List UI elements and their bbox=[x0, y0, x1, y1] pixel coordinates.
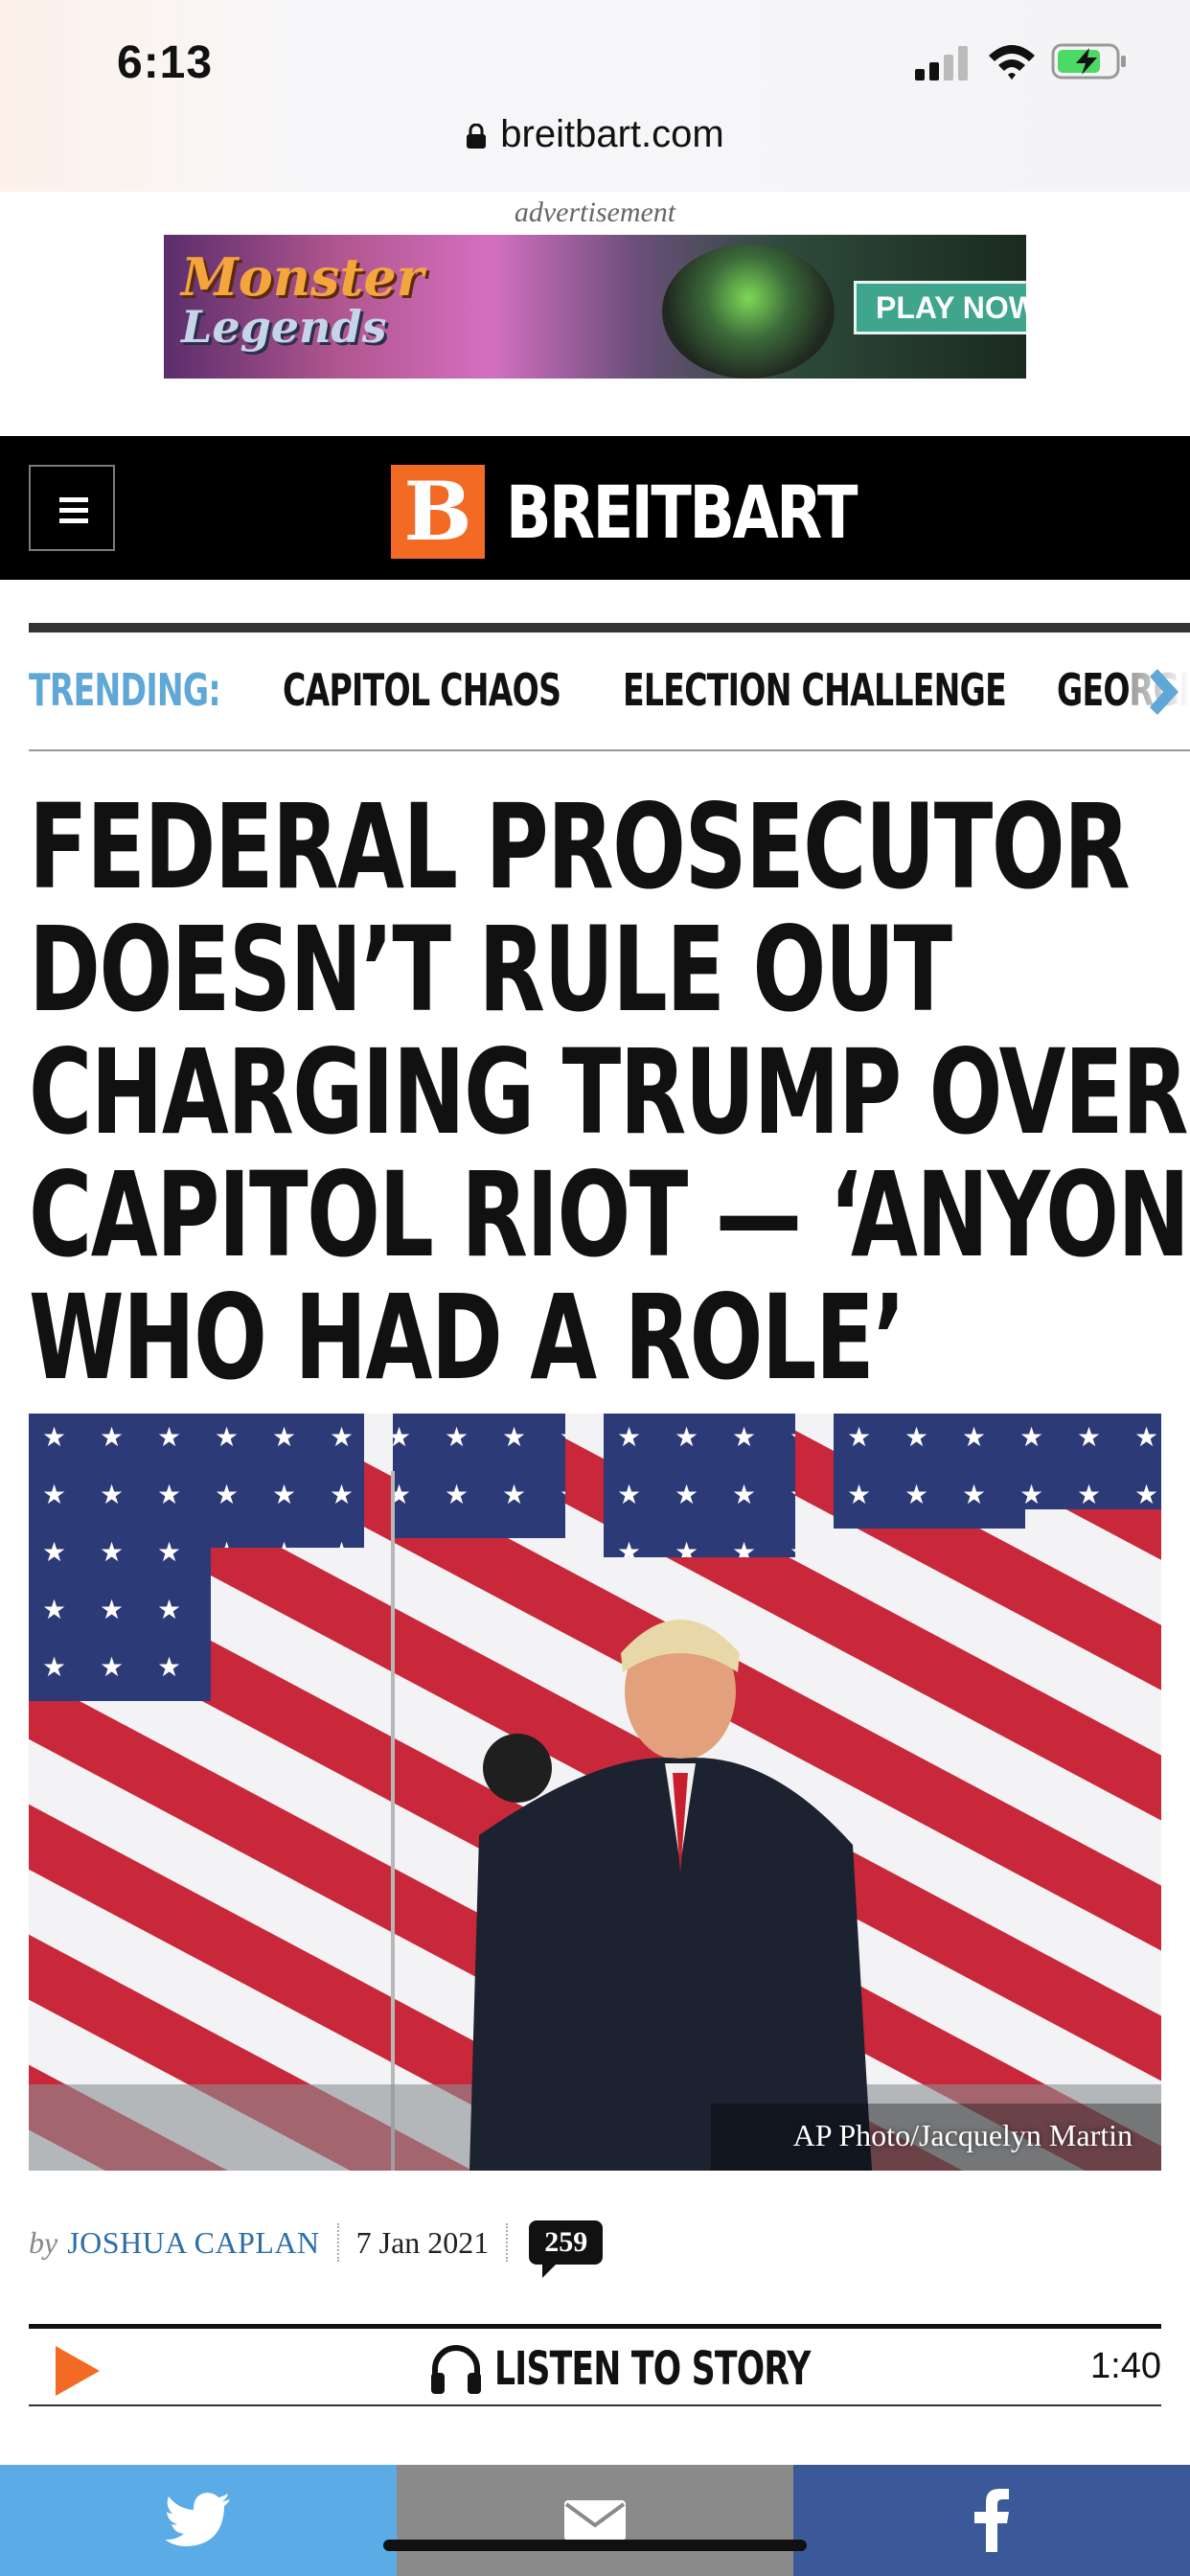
audio-duration: 1:40 bbox=[1090, 2346, 1161, 2386]
status-bar: 6:13 breitbart.com bbox=[0, 0, 1190, 192]
site-header: B BREITBART bbox=[0, 436, 1190, 580]
hamburger-icon-bar bbox=[59, 518, 88, 523]
divider bbox=[29, 623, 1190, 632]
ad-game-logo: Monster Legends bbox=[181, 246, 424, 353]
url-text: breitbart.com bbox=[500, 113, 724, 155]
share-bar bbox=[0, 2465, 1190, 2576]
headline-line: CAPITOL RIOT — ‘ANYONE bbox=[29, 1147, 1190, 1283]
play-icon[interactable] bbox=[56, 2346, 100, 2396]
home-indicator[interactable] bbox=[383, 2540, 807, 2551]
logo-mark: B bbox=[391, 465, 485, 559]
trending-item-capitol-chaos[interactable]: CAPITOL CHAOS bbox=[283, 661, 561, 719]
share-twitter-button[interactable] bbox=[0, 2465, 397, 2576]
twitter-icon bbox=[165, 2493, 230, 2546]
listen-label: LISTEN TO STORY bbox=[494, 2342, 811, 2396]
chevron-right-icon bbox=[1150, 669, 1179, 715]
ad-logo-line2: Legends bbox=[181, 301, 387, 353]
headline-line: FEDERAL PROSECUTOR bbox=[29, 779, 1131, 915]
photo-credit: AP Photo/Jacquelyn Martin bbox=[792, 2118, 1133, 2152]
email-icon bbox=[564, 2500, 626, 2541]
ad-play-now-button[interactable]: PLAY NOW bbox=[854, 281, 1026, 334]
ad-banner[interactable]: Monster Legends PLAY NOW bbox=[164, 235, 1026, 379]
signal-icon bbox=[915, 46, 968, 80]
listen-to-story-button[interactable]: LISTEN TO STORY bbox=[429, 2340, 933, 2398]
trending-bar: TRENDING: CAPITOL CHAOS ELECTION CHALLEN… bbox=[29, 661, 1190, 749]
share-facebook-button[interactable] bbox=[793, 2465, 1190, 2576]
divider bbox=[29, 749, 1190, 751]
lock-icon bbox=[467, 124, 487, 149]
trending-scroll-button[interactable] bbox=[1133, 661, 1190, 723]
audio-player: LISTEN TO STORY 1:40 bbox=[29, 2324, 1161, 2406]
article-headline: FEDERAL PROSECUTOR DOESN’T RULE OUT CHAR… bbox=[29, 779, 1190, 1406]
trending-item-election-challenge[interactable]: ELECTION CHALLENGE bbox=[623, 661, 1007, 719]
flags-and-speaker-image: ★ bbox=[29, 1414, 1161, 2171]
byline-separator bbox=[506, 2223, 509, 2262]
advertisement-label: advertisement bbox=[514, 196, 676, 228]
byline-prefix: by bbox=[29, 2224, 58, 2260]
trending-label: TRENDING: bbox=[29, 664, 221, 716]
headphones-icon bbox=[431, 2345, 481, 2394]
wifi-icon bbox=[989, 45, 1035, 80]
brand-name: BREITBART bbox=[506, 469, 858, 555]
hamburger-icon-bar bbox=[59, 508, 88, 513]
ad-character-image bbox=[662, 244, 835, 379]
status-time: 6:13 bbox=[117, 37, 214, 88]
facebook-icon bbox=[974, 2489, 1009, 2552]
hamburger-icon bbox=[59, 497, 88, 502]
author-link[interactable]: JOSHUA CAPLAN bbox=[67, 2225, 319, 2261]
battery-charging-icon bbox=[1051, 43, 1126, 80]
headline-line: CHARGING TRUMP OVER bbox=[29, 1024, 1189, 1161]
article-photo[interactable]: ★ AP Photo/Jacquelyn Martin bbox=[29, 1414, 1161, 2171]
headline-line: DOESN’T RULE OUT bbox=[29, 902, 952, 1038]
byline-separator bbox=[336, 2223, 339, 2262]
headline-line: WHO HAD A ROLE’ bbox=[29, 1270, 905, 1406]
article-byline: by JOSHUA CAPLAN 7 Jan 2021 259 bbox=[29, 2214, 604, 2278]
comments-count-badge[interactable]: 259 bbox=[529, 2220, 604, 2278]
share-email-button[interactable] bbox=[397, 2465, 793, 2576]
site-logo[interactable]: B BREITBART bbox=[391, 465, 932, 559]
publish-date: 7 Jan 2021 bbox=[355, 2224, 490, 2260]
address-bar[interactable]: breitbart.com bbox=[0, 113, 1190, 156]
ad-logo-line1: Monster bbox=[181, 246, 424, 308]
menu-button[interactable] bbox=[29, 465, 115, 551]
